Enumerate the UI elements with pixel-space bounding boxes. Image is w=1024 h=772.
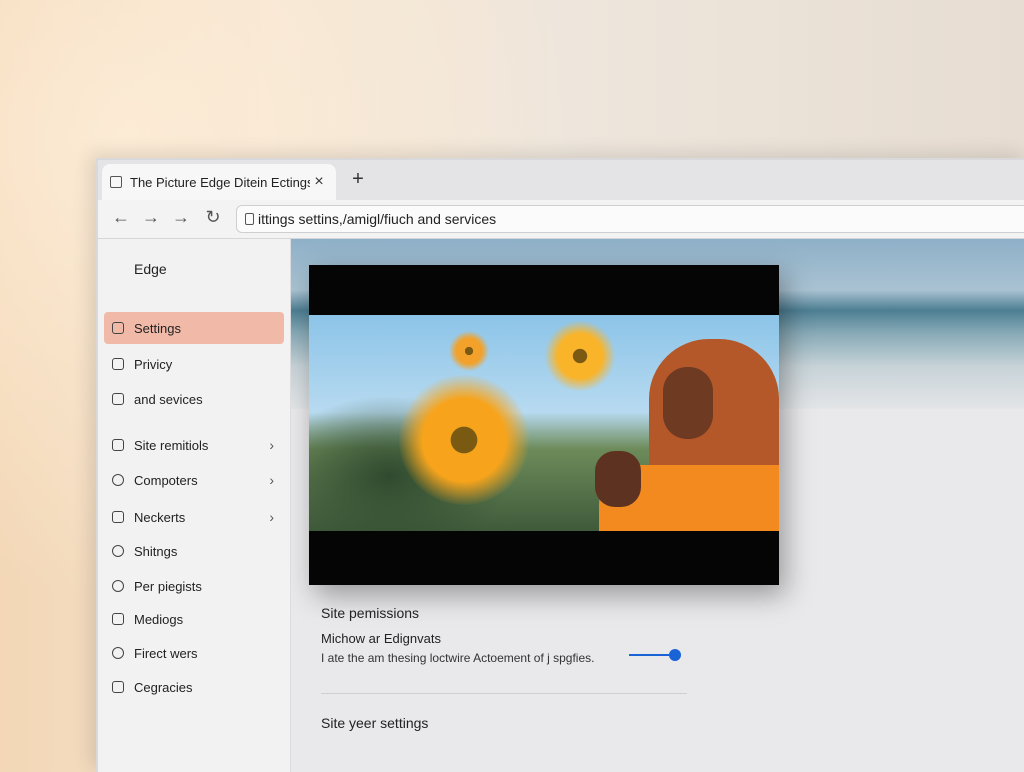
search-icon [112, 474, 124, 486]
sidebar-item-shitngs[interactable]: Shitngs [104, 535, 284, 567]
sidebar-item-label: Firect wers [134, 645, 198, 661]
sidebar-item-site[interactable]: Site remitiols › [104, 429, 284, 461]
settings-icon [112, 322, 124, 334]
sidebar-item-label: Per piegists [134, 578, 202, 594]
refresh-icon[interactable]: ↻ [202, 207, 224, 228]
section-title-secondary: Site yeer settings [321, 715, 429, 731]
section-title: Site pemissions [321, 605, 420, 621]
site-icon [112, 439, 124, 451]
address-url: ittings settins,/amigl/fiuch and service… [258, 211, 497, 227]
close-icon[interactable]: × [310, 173, 328, 191]
forward-arrow-icon[interactable]: → [140, 207, 162, 228]
sidebar-item-label: and sevices [134, 391, 203, 407]
sidebar-item-cegracies[interactable]: Cegracies [104, 671, 284, 703]
setting-slider-thumb[interactable] [669, 649, 681, 661]
chevron-right-icon: › [269, 437, 274, 453]
section-divider [321, 693, 687, 694]
person-hand [595, 451, 641, 507]
sidebar-item-services[interactable]: and sevices [104, 383, 284, 415]
sidebar-item-mediogs[interactable]: Mediogs [104, 603, 284, 635]
sidebar-item-firect-wers[interactable]: Firect wers [104, 637, 284, 669]
document-icon [112, 681, 124, 693]
tab-strip: The Picture Edge Ditein Ectings × + [98, 160, 1024, 200]
services-icon [112, 393, 124, 405]
setting-title: Michow ar Edignvats [321, 631, 441, 646]
sidebar-item-label: Site remitiols [134, 437, 209, 453]
target-icon [112, 647, 124, 659]
video-player[interactable] [309, 265, 779, 585]
back-arrow-icon[interactable]: ← [110, 207, 132, 228]
chevron-right-icon: › [269, 509, 274, 525]
sidebar-item-per-piegists[interactable]: Per piegists [104, 570, 284, 602]
chevron-right-icon: › [269, 472, 274, 488]
sidebar-item-settings[interactable]: Settings [104, 312, 284, 344]
sidebar-item-label: Mediogs [134, 611, 184, 627]
address-bar[interactable]: ittings settins,/amigl/fiuch and service… [236, 205, 1024, 233]
media-icon [112, 613, 124, 625]
privacy-icon [112, 358, 124, 370]
settings-content: Site pemissions Michow ar Edignvats I at… [291, 239, 1024, 772]
sidebar-item-label: Neckerts [134, 509, 186, 525]
person-face [663, 367, 713, 439]
sidebar-item-compoters[interactable]: Compoters › [104, 464, 284, 496]
plus-icon[interactable]: + [346, 168, 370, 191]
sidebar-item-label: Compoters [134, 472, 198, 488]
settings-sidebar: Edge Settings Privicy and sevices Site r… [98, 239, 291, 772]
sidebar-item-label: Cegracies [134, 679, 193, 695]
lock-icon [245, 213, 254, 225]
sunflower-large [399, 375, 529, 505]
sidebar-item-label: Shitngs [134, 543, 178, 559]
network-icon [112, 511, 124, 523]
gear-icon [112, 545, 124, 557]
sidebar-item-neckerts[interactable]: Neckerts › [104, 501, 284, 533]
sunflower-small [545, 321, 615, 391]
sidebar-item-label: Privicy [134, 356, 173, 372]
sidebar-heading: Edge [134, 261, 167, 277]
navigation-bar: ← → → ↻ ittings settins,/amigl/fiuch and… [98, 200, 1024, 239]
browser-window: The Picture Edge Ditein Ectings × + ← → … [96, 158, 1024, 772]
tab-settings[interactable]: The Picture Edge Ditein Ectings × [102, 164, 336, 200]
tab-title: The Picture Edge Ditein Ectings [130, 174, 310, 190]
clock-icon [112, 580, 124, 592]
sidebar-item-label: Settings [134, 320, 181, 336]
sidebar-item-privacy[interactable]: Privicy [104, 348, 284, 380]
page-icon [110, 176, 122, 188]
forward-arrow-icon[interactable]: → [170, 207, 192, 228]
setting-description: I ate the am thesing loctwire Actoement … [321, 651, 595, 665]
video-frame-image [309, 315, 779, 531]
sunflower-bud [449, 331, 489, 371]
